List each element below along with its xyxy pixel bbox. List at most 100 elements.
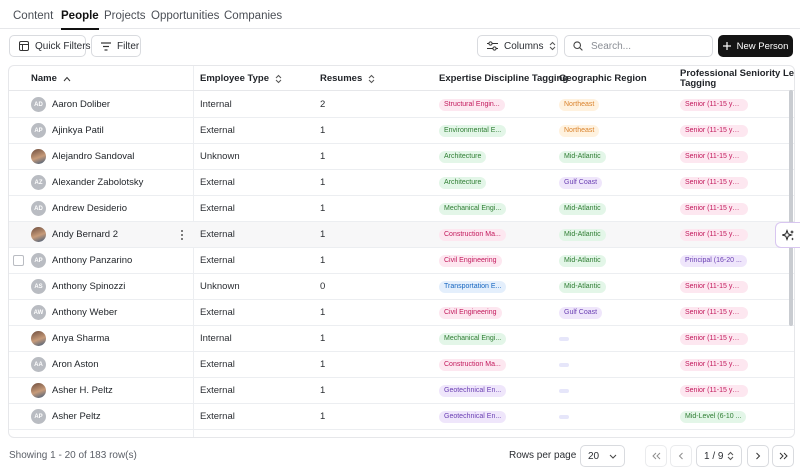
column-header-employee-type[interactable]: Employee Type (200, 66, 282, 91)
tab-projects[interactable]: Projects (104, 10, 146, 22)
name-cell[interactable]: Andy Bernard 2 (31, 222, 118, 247)
resumes-cell: 1 (320, 333, 326, 344)
seniority-tag: Senior (11-15 yea... (680, 98, 748, 111)
kebab-icon[interactable] (177, 229, 187, 241)
column-header-seniority[interactable]: Professional Seniority Level Tagging (680, 66, 794, 91)
tab-content[interactable]: Content (13, 10, 53, 22)
table-row[interactable]: AA Aron Aston External 1 Construction Ma... S… (9, 352, 794, 378)
expertise-tag: Transportation E... (439, 280, 507, 293)
region-cell: Mid-Atlantic (559, 274, 606, 299)
chevron-down-icon (609, 454, 617, 459)
name-cell[interactable]: Alejandro Sandoval (31, 144, 134, 169)
table-row[interactable]: Asher H. Peltz External 1 Geotechnical En..… (9, 378, 794, 404)
region-cell: Mid-Atlantic (559, 196, 606, 221)
name-cell[interactable]: AP Asher Peltz (31, 404, 101, 429)
table-row[interactable]: AZ Alexander Zabolotsky External 1 Architect… (9, 170, 794, 196)
region-cell: Northeast (559, 118, 600, 143)
expertise-tag: Geotechnical En... (439, 410, 507, 423)
expertise-cell: Architecture (439, 170, 487, 195)
employee-type-cell: Unknown (200, 151, 240, 162)
column-header-region-label: Geographic Region (559, 73, 647, 84)
sliders-icon (487, 41, 498, 51)
seniority-tag: Principal (16-20 ... (680, 254, 747, 267)
name-cell[interactable]: AS Anthony Spinozzi (31, 274, 125, 299)
table-row[interactable]: Anya Sharma Internal 1 Mechanical Engi... Se… (9, 326, 794, 352)
column-header-resumes[interactable]: Resumes (320, 66, 375, 91)
table-row[interactable]: AP Anthony Panzarino External 1 Civil Engine… (9, 248, 794, 274)
rows-per-page-label: Rows per page (509, 450, 577, 461)
tab-companies[interactable]: Companies (224, 10, 282, 22)
name-cell[interactable]: Anya Sharma (31, 326, 110, 351)
resumes-cell: 1 (320, 411, 326, 422)
person-name: Ajinkya Patil (52, 125, 104, 136)
ai-assistant-button[interactable] (775, 222, 800, 248)
people-table: Name Employee Type Resumes Expertise Dis… (8, 65, 795, 438)
employee-type-cell: Unknown (200, 281, 240, 292)
row-checkbox[interactable] (13, 255, 24, 266)
expertise-cell: Environmental E... (439, 118, 507, 143)
table-row[interactable]: AP Asher Peltz External 1 Geotechnical En...… (9, 404, 794, 430)
quick-filters-button[interactable]: Quick Filters (9, 35, 91, 57)
name-cell[interactable]: AW Anthony Weber (31, 300, 117, 325)
name-cell[interactable]: Asher H. Peltz (31, 378, 113, 403)
region-cell: Mid-Atlantic (559, 222, 606, 247)
table-row[interactable]: AD Aaron Doliber Internal 2 Structural Engin… (9, 92, 794, 118)
name-cell[interactable]: AZ Alexander Zabolotsky (31, 170, 143, 195)
employee-type-cell: Internal (200, 99, 232, 110)
last-page-button[interactable] (772, 445, 794, 467)
table-row[interactable]: AD Andrew Desiderio External 1 Mechanical En… (9, 196, 794, 222)
region-tag-empty (559, 414, 569, 419)
table-row[interactable]: AP Ajinkya Patil External 1 Environmental E.… (9, 118, 794, 144)
columns-button[interactable]: Columns (477, 35, 558, 57)
column-header-name[interactable]: Name (31, 66, 71, 91)
column-header-seniority-label-2: Tagging (680, 77, 717, 89)
expertise-tag: Construction Ma... (439, 228, 506, 241)
seniority-tag: Senior (11-15 yea... (680, 384, 748, 397)
expertise-tag: Construction Ma... (439, 358, 506, 371)
employee-type-cell: External (200, 359, 235, 370)
region-tag-empty (559, 362, 569, 367)
name-cell[interactable]: AD Andrew Desiderio (31, 196, 127, 221)
region-cell (559, 352, 569, 377)
name-cell[interactable]: AP Ajinkya Patil (31, 118, 104, 143)
page-select[interactable]: 1 / 9 (696, 445, 742, 467)
filter-button[interactable]: Filter (91, 35, 141, 57)
table-scrollbar[interactable] (789, 90, 793, 326)
table-row[interactable]: Alejandro Sandoval Unknown 1 Architecture Mi… (9, 144, 794, 170)
seniority-cell: Senior (11-15 yea... (680, 170, 748, 195)
first-page-button[interactable] (645, 445, 667, 467)
column-header-region[interactable]: Geographic Region (559, 66, 647, 91)
region-cell: Mid-Atlantic (559, 248, 606, 273)
new-person-label: New Person (736, 40, 789, 52)
table-row[interactable]: AW Anthony Weber External 1 Civil Engineerin… (9, 300, 794, 326)
region-cell (559, 326, 569, 351)
expertise-cell: Geotechnical En... (439, 378, 507, 403)
seniority-cell: Senior (11-15 yea... (680, 352, 748, 377)
name-cell[interactable]: AP Anthony Panzarino (31, 248, 132, 273)
resumes-cell: 1 (320, 203, 326, 214)
name-cell[interactable]: AD Aaron Doliber (31, 92, 110, 117)
chevrons-right-icon (779, 452, 788, 460)
table-row[interactable]: AS Anthony Spinozzi Unknown 0 Transportation… (9, 274, 794, 300)
rows-per-page-select[interactable]: 20 (580, 445, 625, 467)
resumes-cell: 1 (320, 359, 326, 370)
search-icon (573, 41, 583, 51)
avatar (31, 383, 46, 398)
table-row[interactable]: Andy Bernard 2 External 1 Construction Ma..… (9, 222, 794, 248)
resumes-cell: 1 (320, 151, 326, 162)
seniority-cell: Senior (11-15 yea... (680, 326, 748, 351)
avatar: AS (31, 279, 46, 294)
avatar: AP (31, 253, 46, 268)
next-page-button[interactable] (747, 445, 769, 467)
new-person-button[interactable]: New Person (718, 35, 793, 57)
name-cell[interactable]: AA Aron Aston (31, 352, 98, 377)
previous-page-button[interactable] (670, 445, 692, 467)
tab-opportunities[interactable]: Opportunities (151, 10, 219, 22)
column-header-expertise[interactable]: Expertise Discipline Tagging (439, 66, 568, 91)
search-input[interactable] (591, 40, 701, 52)
tab-people[interactable]: People (61, 10, 99, 30)
sparkle-icon (781, 228, 794, 241)
resumes-cell: 2 (320, 99, 326, 110)
row-count-text: Showing 1 - 20 of 183 row(s) (9, 450, 137, 461)
region-cell: Mid-Atlantic (559, 144, 606, 169)
